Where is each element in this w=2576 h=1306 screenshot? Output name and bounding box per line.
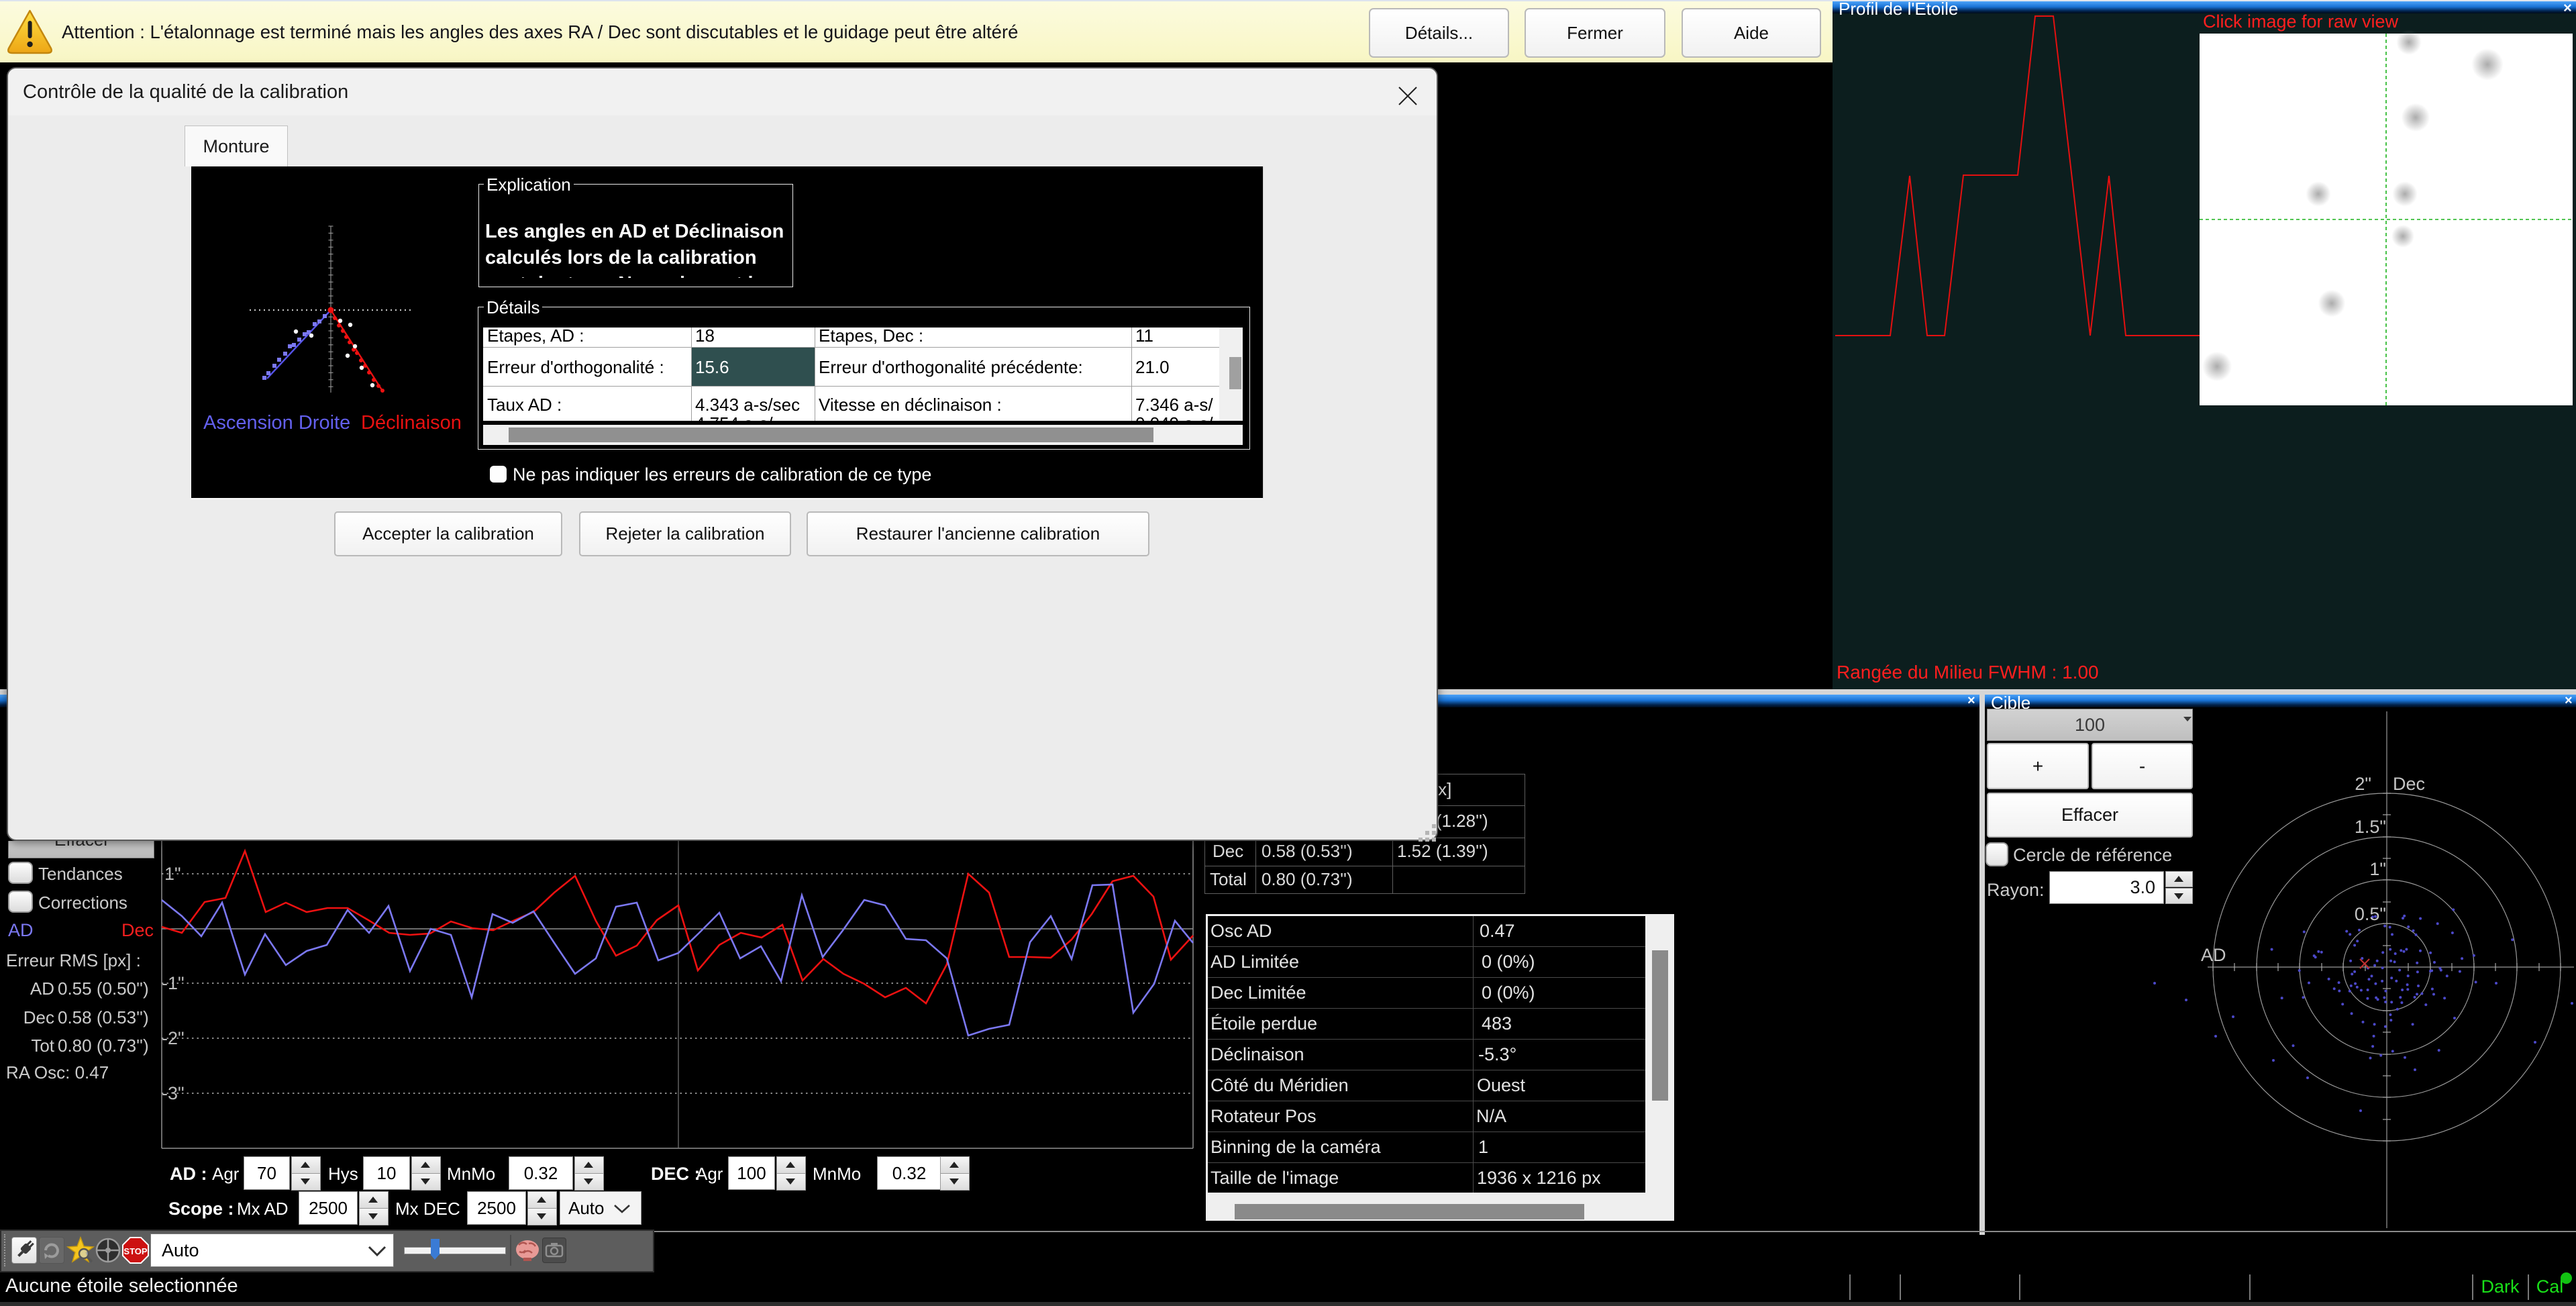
svg-text:STOP: STOP xyxy=(123,1246,147,1256)
